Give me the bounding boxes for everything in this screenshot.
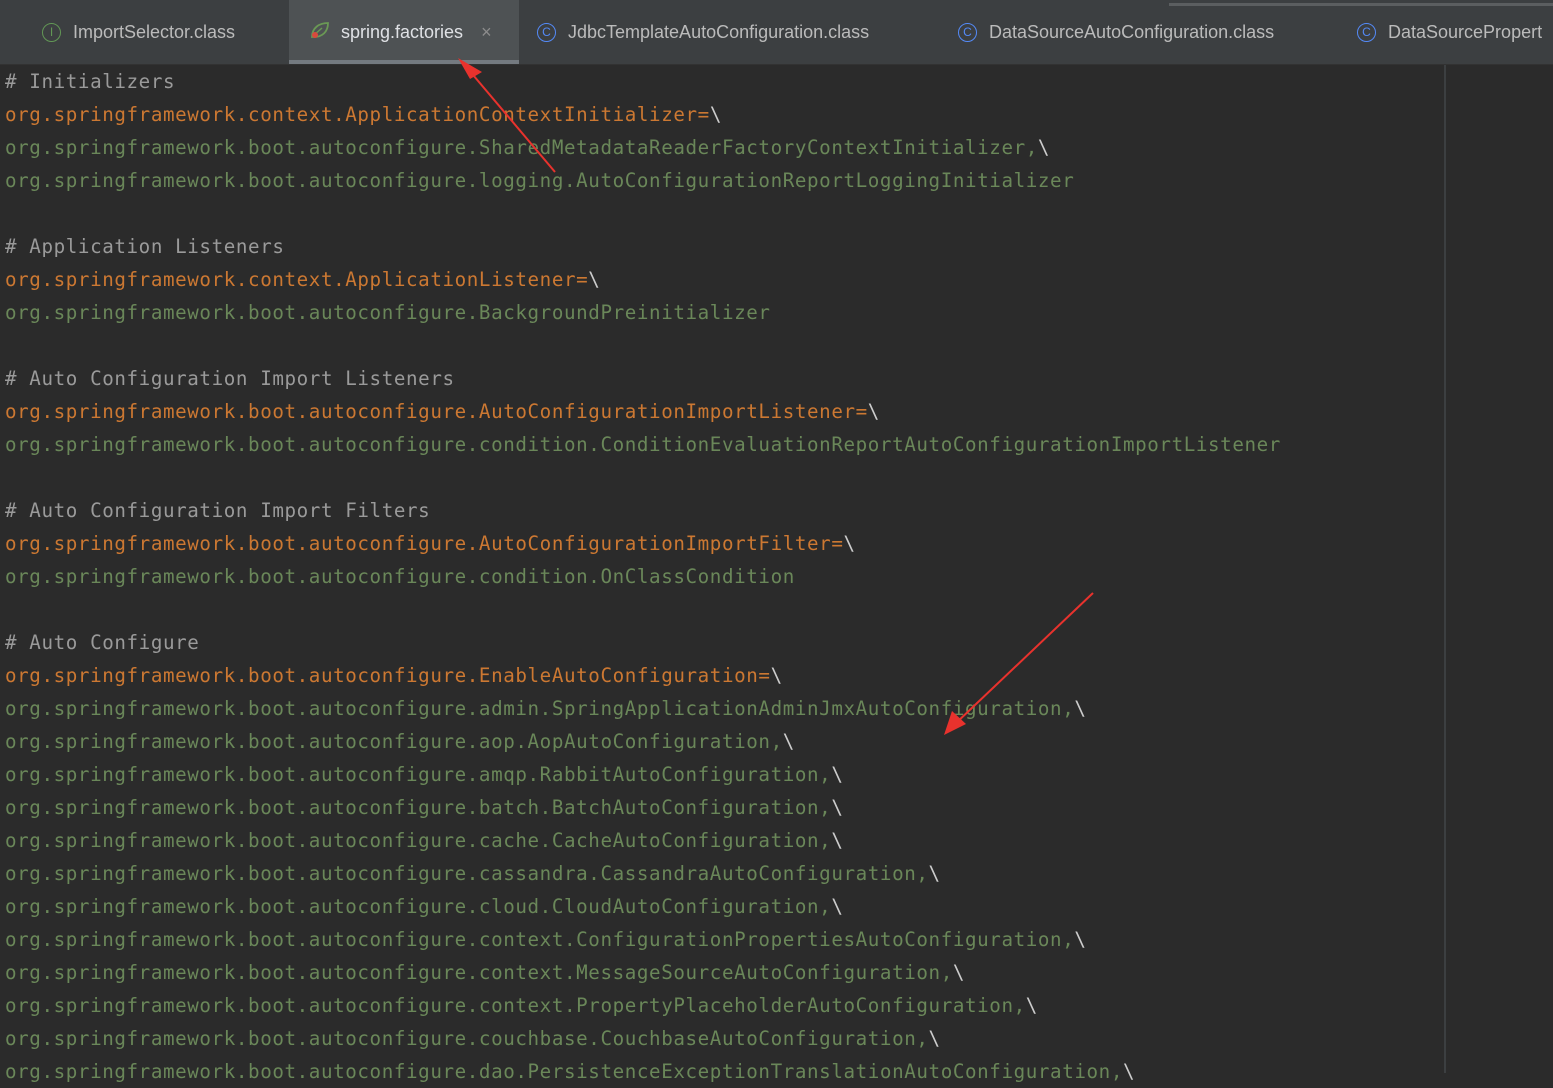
property-line[interactable]: org.springframework.boot.autoconfigure.c…	[5, 857, 1281, 890]
property-value: org.springframework.boot.autoconfigure.a…	[5, 697, 1075, 720]
right-margin-guide	[1444, 65, 1446, 1073]
property-value: org.springframework.boot.autoconfigure.c…	[5, 862, 929, 885]
property-line[interactable]: org.springframework.boot.autoconfigure.c…	[5, 923, 1281, 956]
tab-label: spring.factories	[341, 21, 464, 42]
comment-line[interactable]: # Auto Configure	[5, 626, 1281, 659]
property-value: org.springframework.boot.autoconfigure.S…	[5, 136, 1038, 159]
property-line[interactable]: org.springframework.boot.autoconfigure.S…	[5, 131, 1281, 164]
blank-line[interactable]	[5, 197, 1281, 230]
tab-data-source-properties[interactable]: C DataSourcePropert	[1357, 0, 1542, 64]
property-line[interactable]: org.springframework.boot.autoconfigure.E…	[5, 659, 1281, 692]
property-line[interactable]: org.springframework.boot.autoconfigure.a…	[5, 758, 1281, 791]
interface-icon: I	[42, 22, 61, 42]
spring-leaf-icon	[309, 20, 331, 45]
property-line[interactable]: org.springframework.boot.autoconfigure.c…	[5, 824, 1281, 857]
line-continuation: \	[1037, 136, 1051, 159]
property-line[interactable]: org.springframework.boot.autoconfigure.d…	[5, 1055, 1281, 1088]
line-continuation: =\	[758, 664, 783, 687]
tab-import-selector[interactable]: I ImportSelector.class	[42, 0, 235, 64]
comment-line[interactable]: # Auto Configuration Import Filters	[5, 494, 1281, 527]
property-value: org.springframework.boot.autoconfigure.l…	[5, 169, 1075, 192]
property-value: org.springframework.boot.autoconfigure.c…	[5, 1027, 929, 1050]
code-editor[interactable]: # Initializers org.springframework.contex…	[0, 65, 1553, 1083]
class-icon: C	[537, 22, 556, 42]
tab-data-source-auto-configuration[interactable]: C DataSourceAutoConfiguration.class	[958, 0, 1274, 64]
tab-label: ImportSelector.class	[73, 21, 236, 42]
comment-text: # Auto Configuration Import Listeners	[5, 367, 455, 390]
property-value: org.springframework.boot.autoconfigure.c…	[5, 961, 953, 984]
line-continuation: \	[928, 862, 941, 885]
property-key: org.springframework.context.ApplicationC…	[5, 103, 698, 126]
line-continuation: \	[1122, 1060, 1136, 1083]
line-continuation: \	[1074, 697, 1087, 720]
property-key: org.springframework.context.ApplicationL…	[5, 268, 577, 291]
tab-label: DataSourceAutoConfiguration.class	[989, 21, 1275, 42]
property-line[interactable]: org.springframework.boot.autoconfigure.c…	[5, 890, 1281, 923]
property-line[interactable]: org.springframework.boot.autoconfigure.A…	[5, 395, 1281, 428]
line-continuation: =\	[831, 532, 856, 555]
tab-label: JdbcTemplateAutoConfiguration.class	[568, 21, 870, 42]
comment-text: # Application Listeners	[5, 235, 285, 258]
blank-line[interactable]	[5, 461, 1281, 494]
line-continuation: \	[831, 895, 844, 918]
comment-text: # Initializers	[5, 70, 176, 93]
property-line[interactable]: org.springframework.boot.autoconfigure.A…	[5, 527, 1281, 560]
line-continuation: \	[1025, 994, 1038, 1017]
class-icon: C	[958, 22, 977, 42]
comment-text: # Auto Configuration Import Filters	[5, 499, 431, 522]
property-line[interactable]: org.springframework.context.ApplicationC…	[5, 98, 1281, 131]
line-continuation: \	[928, 1027, 941, 1050]
comment-line[interactable]: # Auto Configuration Import Listeners	[5, 362, 1281, 395]
property-value: org.springframework.boot.autoconfigure.d…	[5, 1060, 1123, 1083]
property-line[interactable]: org.springframework.context.ApplicationL…	[5, 263, 1281, 296]
property-line[interactable]: org.springframework.boot.autoconfigure.b…	[5, 791, 1281, 824]
property-key: org.springframework.boot.autoconfigure.E…	[5, 664, 759, 687]
property-value: org.springframework.boot.autoconfigure.c…	[5, 829, 832, 852]
line-continuation: \	[831, 796, 844, 819]
blank-line[interactable]	[5, 593, 1281, 626]
blank-line[interactable]	[5, 329, 1281, 362]
line-continuation: \	[831, 763, 844, 786]
comment-text: # Auto Configure	[5, 631, 200, 654]
property-value: org.springframework.boot.autoconfigure.c…	[5, 928, 1075, 951]
comment-line[interactable]: # Initializers	[5, 65, 1281, 98]
line-continuation: \	[831, 829, 844, 852]
property-key: org.springframework.boot.autoconfigure.A…	[5, 532, 832, 555]
comment-line[interactable]: # Application Listeners	[5, 230, 1281, 263]
property-value: org.springframework.boot.autoconfigure.a…	[5, 730, 783, 753]
property-line[interactable]: org.springframework.boot.autoconfigure.c…	[5, 1022, 1281, 1055]
code-content[interactable]: # Initializers org.springframework.contex…	[5, 65, 1281, 1088]
line-continuation: \	[782, 730, 795, 753]
class-icon: C	[1357, 22, 1376, 42]
property-value: org.springframework.boot.autoconfigure.c…	[5, 433, 1281, 456]
property-value: org.springframework.boot.autoconfigure.c…	[5, 895, 832, 918]
property-value: org.springframework.boot.autoconfigure.a…	[5, 763, 832, 786]
editor-tab-bar: I ImportSelector.class spring.factories …	[0, 0, 1553, 65]
line-continuation: =\	[697, 103, 722, 126]
property-key: org.springframework.boot.autoconfigure.A…	[5, 400, 856, 423]
property-line[interactable]: org.springframework.boot.autoconfigure.c…	[5, 560, 1281, 593]
property-value: org.springframework.boot.autoconfigure.B…	[5, 301, 771, 324]
line-continuation: \	[952, 961, 965, 984]
property-line[interactable]: org.springframework.boot.autoconfigure.l…	[5, 164, 1281, 197]
tab-label: DataSourcePropert	[1388, 21, 1543, 42]
property-line[interactable]: org.springframework.boot.autoconfigure.c…	[5, 956, 1281, 989]
line-continuation: =\	[855, 400, 880, 423]
close-icon[interactable]: ×	[481, 22, 492, 43]
property-value: org.springframework.boot.autoconfigure.c…	[5, 565, 795, 588]
property-value: org.springframework.boot.autoconfigure.c…	[5, 994, 1026, 1017]
tab-jdbc-template-auto-configuration[interactable]: C JdbcTemplateAutoConfiguration.class	[537, 0, 869, 64]
line-continuation: \	[1074, 928, 1087, 951]
property-line[interactable]: org.springframework.boot.autoconfigure.c…	[5, 428, 1281, 461]
property-value: org.springframework.boot.autoconfigure.b…	[5, 796, 832, 819]
property-line[interactable]: org.springframework.boot.autoconfigure.B…	[5, 296, 1281, 329]
tab-spring-factories[interactable]: spring.factories ×	[289, 0, 519, 64]
property-line[interactable]: org.springframework.boot.autoconfigure.a…	[5, 692, 1281, 725]
property-line[interactable]: org.springframework.boot.autoconfigure.a…	[5, 725, 1281, 758]
line-continuation: =\	[576, 268, 601, 291]
property-line[interactable]: org.springframework.boot.autoconfigure.c…	[5, 989, 1281, 1022]
